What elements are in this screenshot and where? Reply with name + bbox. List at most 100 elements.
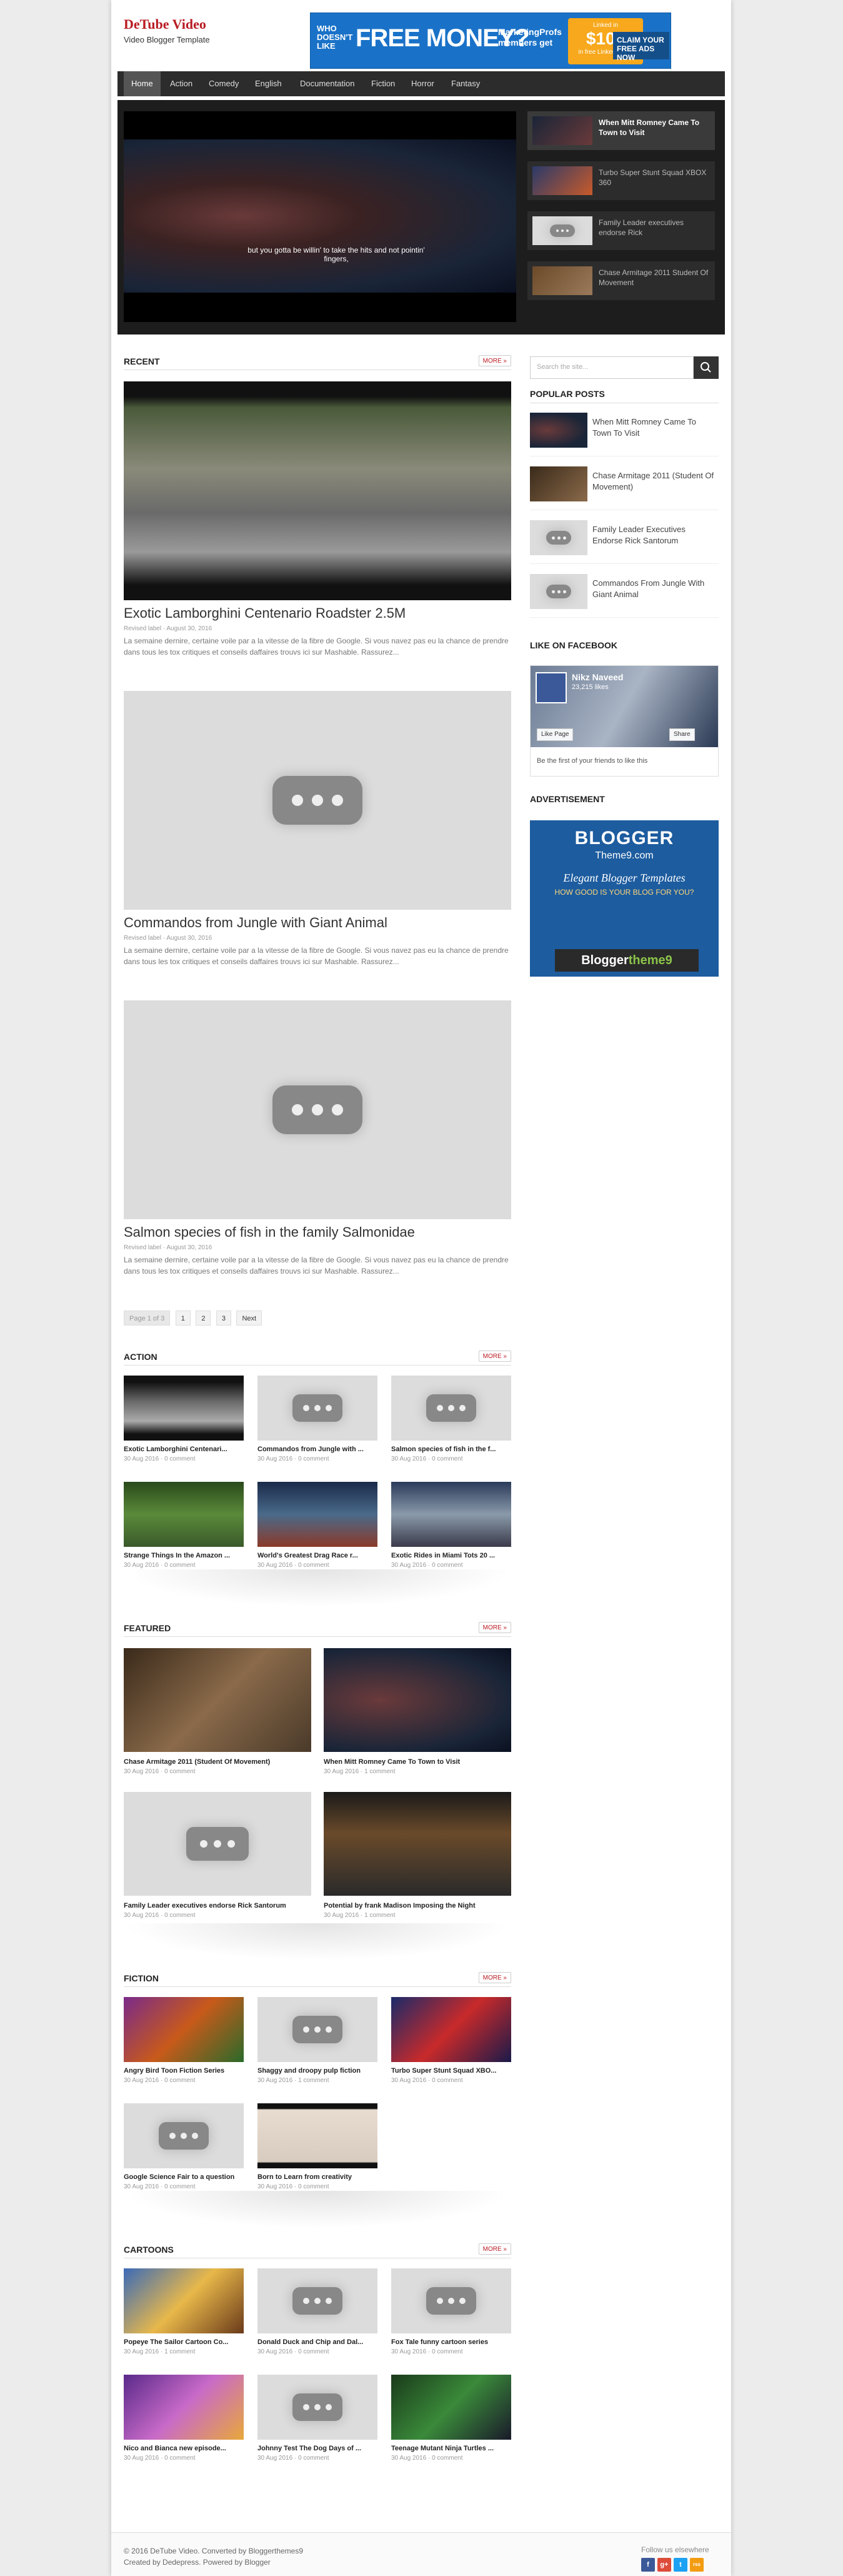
header-ad-banner[interactable]: WHO DOESN'T LIKE FREE MONEY? MarketingPr… (310, 13, 671, 69)
grid-date: 30 Aug 2016 (257, 2077, 293, 2084)
grid-meta: 30 Aug 2016 · 0 comment (391, 1456, 463, 1462)
popular-post-thumb-placeholder (530, 520, 587, 555)
grid-comments: 0 comment (298, 1562, 329, 1569)
grid-comments: 0 comment (164, 2077, 196, 2084)
featured-more-button[interactable]: MORE » (478, 1622, 511, 1633)
page-link-3[interactable]: 3 (216, 1311, 232, 1326)
popular-post-item[interactable]: Family Leader Executives Endorse Rick Sa… (530, 520, 719, 564)
grid-date: 30 Aug 2016 (257, 2348, 293, 2355)
facebook-widget: Nikz Naveed 23,215 likes Like Page Share… (530, 665, 719, 777)
slider-caption: but you gotta be willin' to take the hit… (247, 246, 425, 263)
rss-icon[interactable]: rss (690, 2558, 704, 2572)
popular-post-item[interactable]: Commandos From Jungle With Giant Animal (530, 574, 719, 618)
nav-item-home[interactable]: Home (124, 71, 161, 96)
search-button[interactable] (694, 356, 719, 379)
nav-item-documentation[interactable]: Documentation (292, 71, 362, 96)
sidebar-ad[interactable]: BLOGGER Theme9.com Elegant Blogger Templ… (530, 820, 719, 977)
grid-meta: 30 Aug 2016 · 0 comment (124, 2077, 196, 2084)
grid-thumb (124, 1376, 244, 1441)
popular-post-thumb (530, 413, 587, 448)
grid-comments: 0 comment (432, 2455, 463, 2462)
search-icon (701, 362, 711, 373)
nav-item-action[interactable]: Action (162, 71, 200, 96)
fiction-more-button[interactable]: MORE » (478, 1972, 511, 1983)
page-link-2[interactable]: 2 (196, 1311, 211, 1326)
facebook-icon[interactable]: f (641, 2558, 655, 2572)
footer-copyright: © 2016 DeTube Video. Converted by Blogge… (124, 2547, 304, 2555)
ad-brand-part2: theme9 (628, 953, 672, 967)
grid-thumb (391, 1997, 511, 2062)
next-page-button[interactable]: Next (236, 1311, 262, 1326)
grid-date: 30 Aug 2016 (257, 1456, 293, 1462)
cartoons-more-button[interactable]: MORE » (478, 2243, 511, 2255)
grid-meta: 30 Aug 2016 · 0 comment (124, 1456, 196, 1462)
slider-item[interactable]: Chase Armitage 2011 Student Of Movement (527, 261, 715, 300)
popular-post-item[interactable]: When Mitt Romney Came To Town To Visit (530, 413, 719, 456)
facebook-page-name[interactable]: Nikz Naveed (572, 672, 623, 682)
grid-date: 30 Aug 2016 (324, 1768, 359, 1775)
popular-post-title: When Mitt Romney Came To Town To Visit (592, 417, 696, 438)
nav-item-fiction[interactable]: Fiction (364, 71, 402, 96)
post-thumbnail-placeholder[interactable] (124, 1000, 511, 1219)
grid-meta: 30 Aug 2016 · 0 comment (124, 1562, 196, 1569)
ad-marketing-text: MarketingProfs members get (498, 27, 562, 48)
ad-brand-part1: Blogger (581, 953, 629, 967)
nav-item-horror[interactable]: Horror (404, 71, 442, 96)
grid-thumb-placeholder (257, 2268, 377, 2333)
grid-title: Teenage Mutant Ninja Turtles ... (391, 2445, 494, 2452)
post-meta: Revised label · August 30, 2016 (124, 935, 212, 942)
post-author[interactable]: Revised label (124, 625, 161, 632)
slider-item[interactable]: Family Leader executives endorse Rick (527, 211, 715, 250)
grid-title: Chase Armitage 2011 (Student Of Movement… (124, 1758, 271, 1766)
grid-comments: 1 comment (164, 2348, 196, 2355)
ad-theme9-text: Theme9.com (595, 850, 654, 861)
grid-comments: 0 comment (164, 1768, 196, 1775)
popular-post-item[interactable]: Chase Armitage 2011 (Student Of Movement… (530, 466, 719, 510)
recent-more-button[interactable]: MORE » (478, 355, 511, 366)
page-wrapper: DeTube Video Video Blogger Template WHO … (111, 0, 731, 2576)
grid-title: Exotic Lamborghini Centenari... (124, 1446, 227, 1453)
nav-item-comedy[interactable]: Comedy (201, 71, 246, 96)
post-title[interactable]: Salmon species of fish in the family Sal… (124, 1224, 415, 1240)
grid-comments: 1 comment (364, 1768, 396, 1775)
grid-date: 30 Aug 2016 (124, 2077, 159, 2084)
grid-comments: 0 comment (432, 1456, 463, 1462)
facebook-avatar[interactable] (536, 672, 567, 703)
slider-item[interactable]: Turbo Super Stunt Squad XBOX 360 (527, 161, 715, 200)
grid-date: 30 Aug 2016 (257, 2455, 293, 2462)
google-plus-icon[interactable]: g+ (657, 2558, 671, 2572)
grid-thumb (124, 2375, 244, 2440)
slider-item[interactable]: When Mitt Romney Came To Town to Visit (527, 111, 715, 150)
post-item: Salmon species of fish in the family Sal… (124, 1000, 511, 1282)
grid-meta: 30 Aug 2016 · 0 comment (391, 2455, 463, 2462)
slider-video-frame: but you gotta be willin' to take the hit… (124, 139, 516, 293)
site-title[interactable]: DeTube Video (124, 16, 206, 33)
grid-meta: 30 Aug 2016 · 1 comment (124, 2348, 196, 2355)
twitter-icon[interactable]: t (674, 2558, 687, 2572)
grid-title: Popeye The Sailor Cartoon Co... (124, 2338, 229, 2346)
post-thumbnail-placeholder[interactable] (124, 691, 511, 910)
page-link-1[interactable]: 1 (175, 1311, 191, 1326)
grid-thumb (124, 1648, 311, 1752)
post-author[interactable]: Revised label (124, 935, 161, 942)
slider-main-video[interactable]: but you gotta be willin' to take the hit… (124, 111, 516, 322)
post-title[interactable]: Exotic Lamborghini Centenario Roadster 2… (124, 605, 406, 621)
facebook-likes: 23,215 likes (572, 683, 609, 691)
grid-title: World's Greatest Drag Race r... (257, 1552, 358, 1559)
grid-date: 30 Aug 2016 (124, 1768, 159, 1775)
nav-item-english[interactable]: English (247, 71, 289, 96)
search-input[interactable]: Search the site... (530, 356, 694, 379)
post-excerpt: La semaine dernire, certaine voile par a… (124, 1255, 509, 1275)
action-more-button[interactable]: MORE » (478, 1351, 511, 1362)
post-thumbnail[interactable] (124, 381, 511, 600)
post-author[interactable]: Revised label (124, 1244, 161, 1251)
facebook-like-button[interactable]: Like Page (537, 728, 574, 741)
grid-comments: 0 comment (298, 2455, 329, 2462)
nav-item-fantasy[interactable]: Fantasy (444, 71, 487, 96)
grid-title: Angry Bird Toon Fiction Series (124, 2067, 225, 2075)
search-form: Search the site... (530, 356, 719, 379)
ad-claim-button[interactable]: CLAIM YOUR FREE ADS NOW (613, 32, 669, 62)
facebook-share-button[interactable]: Share (669, 728, 695, 741)
post-title[interactable]: Commandos from Jungle with Giant Animal (124, 915, 387, 931)
grid-title: Salmon species of fish in the f... (391, 1446, 496, 1453)
